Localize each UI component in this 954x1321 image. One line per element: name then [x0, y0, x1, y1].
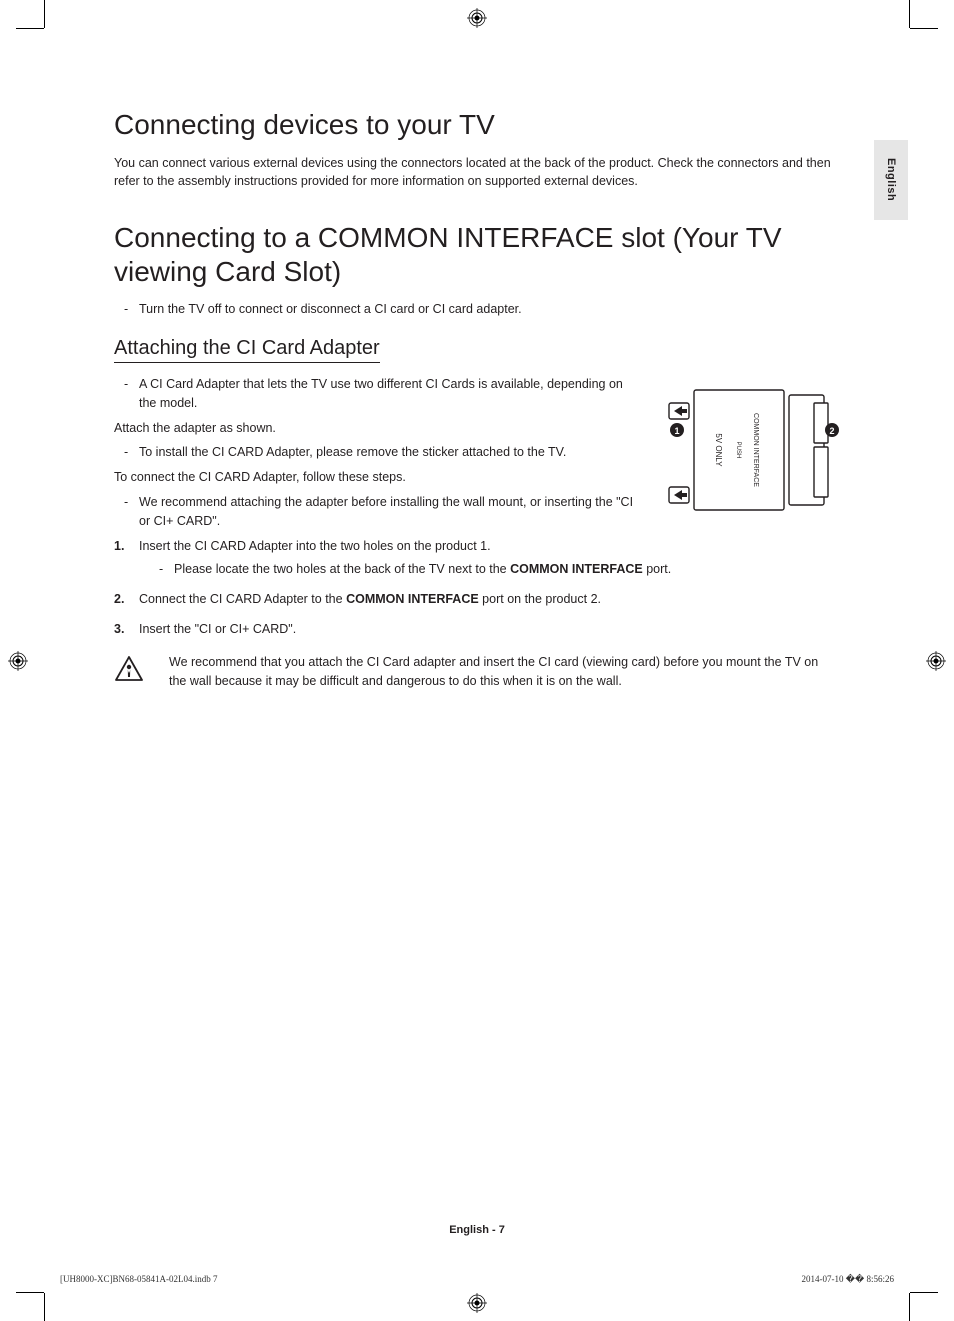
registration-mark-icon: [467, 1293, 487, 1313]
registration-mark-icon: [467, 8, 487, 28]
crop-mark: [909, 0, 910, 28]
crop-mark: [16, 1292, 44, 1293]
intro-paragraph: You can connect various external devices…: [114, 154, 834, 192]
heading-common-interface: Connecting to a COMMON INTERFACE slot (Y…: [114, 221, 834, 288]
bullet-turn-off: Turn the TV off to connect or disconnect…: [124, 300, 834, 319]
registration-mark-icon: [8, 651, 28, 671]
registration-mark-icon: [926, 651, 946, 671]
crop-mark: [16, 28, 44, 29]
bullet-recommend-before-wall: We recommend attaching the adapter befor…: [124, 493, 634, 531]
language-tab: English: [874, 140, 908, 220]
step-2: 2. Connect the CI CARD Adapter to the CO…: [114, 589, 834, 609]
print-timestamp: 2014-07-10 �� 8:56:26: [802, 1274, 894, 1285]
step-1-nested: Please locate the two holes at the back …: [159, 560, 834, 579]
bullet-adapter-available: A CI Card Adapter that lets the TV use t…: [124, 375, 634, 413]
warning-icon: [114, 655, 144, 691]
para-follow-steps: To connect the CI CARD Adapter, follow t…: [114, 468, 634, 487]
subheading-attaching-ci-adapter: Attaching the CI Card Adapter: [114, 337, 380, 363]
page-footer: English - 7: [0, 1224, 954, 1236]
crop-mark: [910, 1292, 938, 1293]
page-content: Connecting devices to your TV You can co…: [114, 100, 834, 691]
warning-text: We recommend that you attach the CI Card…: [169, 653, 834, 691]
heading-connecting-devices: Connecting devices to your TV: [114, 108, 834, 142]
language-tab-label: English: [885, 158, 897, 201]
bullet-remove-sticker: To install the CI CARD Adapter, please r…: [124, 443, 634, 462]
diagram-num-2: 2: [829, 426, 834, 436]
para-attach-as-shown: Attach the adapter as shown.: [114, 419, 634, 438]
crop-mark: [909, 1293, 910, 1321]
diagram-num-1: 1: [674, 426, 679, 436]
diagram-label-common: COMMON INTERFACE: [752, 413, 759, 487]
crop-mark: [910, 28, 938, 29]
diagram-label-push: PUSH: [735, 442, 741, 459]
ci-adapter-diagram: 1 2 5V ONLY PUSH COMMON INTERFACE: [659, 375, 844, 540]
step-1: 1. Insert the CI CARD Adapter into the t…: [114, 536, 834, 579]
print-metadata: [UH8000-XC]BN68-05841A-02L04.indb 7 2014…: [60, 1274, 894, 1285]
diagram-label-5v: 5V ONLY: [714, 433, 723, 467]
crop-mark: [44, 1293, 45, 1321]
crop-mark: [44, 0, 45, 28]
step-3: 3. Insert the "CI or CI+ CARD".: [114, 619, 834, 639]
print-file-name: [UH8000-XC]BN68-05841A-02L04.indb 7: [60, 1274, 218, 1285]
